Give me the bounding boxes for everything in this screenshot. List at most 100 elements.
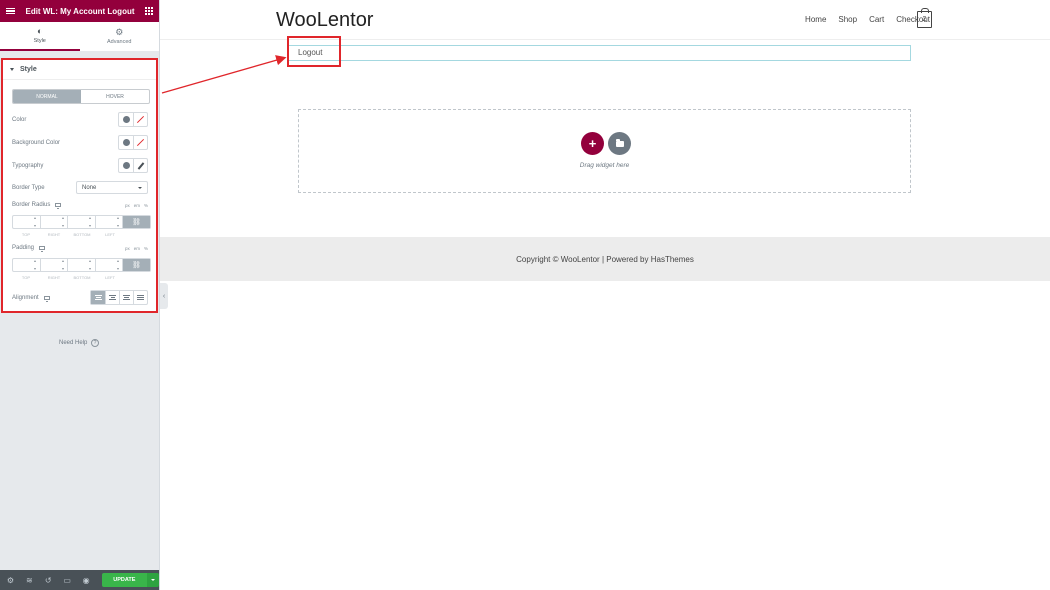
border-radius-header: Border Radius px em % [12, 202, 148, 209]
section-title: Style [20, 66, 37, 73]
chevron-down-icon [151, 579, 156, 581]
padding-right-input[interactable] [41, 259, 68, 271]
link-values-button[interactable]: ⛓ [123, 259, 150, 271]
settings-icon[interactable]: ⚙ [5, 576, 16, 585]
background-color-label: Background Color [12, 139, 61, 146]
border-radius-right-input[interactable] [41, 216, 68, 228]
background-color-picker-group [118, 135, 148, 150]
align-center-button[interactable] [105, 291, 119, 304]
pencil-icon [137, 161, 144, 170]
sidebar-header: Edit WL: My Account Logout [0, 0, 159, 22]
responsive-mode-icon[interactable]: ▭ [62, 576, 73, 585]
plus-icon: + [588, 136, 597, 151]
state-tab-hover[interactable]: HOVER [81, 90, 149, 103]
align-justify-button[interactable] [133, 291, 147, 304]
color-picker-group [118, 112, 148, 127]
globe-icon [122, 139, 130, 146]
unit-percent[interactable]: % [144, 203, 148, 208]
alignment-choices [90, 290, 148, 305]
unit-px[interactable]: px [125, 203, 130, 208]
update-options-button[interactable] [147, 573, 160, 587]
padding-dimension-labels: TOP RIGHT BOTTOM LEFT [12, 275, 124, 280]
widgets-grid-icon[interactable] [144, 7, 153, 15]
need-help-link[interactable]: Need Help ? [0, 339, 158, 347]
drag-widget-hint: Drag widget here [579, 162, 630, 169]
edit-typography-button[interactable] [133, 159, 147, 172]
tab-advanced[interactable]: ⚙ Advanced [80, 22, 160, 51]
panel-title: Edit WL: My Account Logout [25, 6, 135, 16]
nav-home[interactable]: Home [805, 15, 826, 24]
empty-section-drop-zone[interactable] [298, 109, 911, 193]
empty-color-icon [136, 138, 145, 147]
color-picker-button[interactable] [133, 113, 147, 126]
globe-icon [122, 116, 130, 123]
background-color-control: Background Color [12, 135, 148, 150]
editor-sidebar: Edit WL: My Account Logout ◐ Style ⚙ Adv… [0, 0, 160, 590]
desktop-icon[interactable] [43, 295, 50, 302]
site-title[interactable]: WooLentor [276, 9, 373, 32]
site-footer: Copyright © WooLentor | Powered by HasTh… [160, 237, 1050, 281]
global-fonts-button[interactable] [119, 159, 133, 172]
style-section-panel: Style NORMAL HOVER Color Background Colo… [1, 58, 158, 313]
preview-eye-icon[interactable]: ◉ [81, 576, 92, 585]
border-radius-bottom-input[interactable] [68, 216, 96, 228]
border-type-label: Border Type [12, 184, 45, 191]
menu-icon[interactable] [6, 7, 15, 15]
padding-inputs: ⛓ [12, 258, 151, 272]
padding-units: px em % [125, 246, 148, 251]
sidebar-footer: ⚙ ≋ ↺ ▭ ◉ UPDATE [0, 570, 160, 590]
unit-em[interactable]: em [134, 203, 140, 208]
dim-label-left: LEFT [105, 275, 115, 280]
align-left-button[interactable] [91, 291, 105, 304]
nav-cart[interactable]: Cart [869, 15, 884, 24]
link-values-button[interactable]: ⛓ [123, 216, 150, 228]
padding-top-input[interactable] [13, 259, 41, 271]
update-button[interactable]: UPDATE [101, 573, 148, 587]
bg-color-picker-button[interactable] [133, 136, 147, 149]
tab-advanced-label: Advanced [107, 39, 132, 45]
padding-left-input[interactable] [96, 259, 123, 271]
spinner-icon [60, 260, 65, 270]
spinner-icon [88, 260, 93, 270]
globe-icon [122, 162, 130, 169]
align-right-button[interactable] [119, 291, 133, 304]
cart-bag-icon[interactable]: 2 [917, 8, 932, 28]
history-icon[interactable]: ↺ [43, 576, 54, 585]
padding-bottom-input[interactable] [68, 259, 96, 271]
desktop-icon[interactable] [55, 203, 62, 209]
spinner-icon [115, 260, 120, 270]
empty-color-icon [136, 115, 145, 124]
unit-em[interactable]: em [134, 246, 140, 251]
spinner-icon [115, 217, 120, 227]
border-radius-top-input[interactable] [13, 216, 41, 228]
spinner-icon [33, 217, 38, 227]
border-radius-label: Border Radius [12, 202, 51, 208]
logout-widget[interactable] [288, 45, 911, 61]
spinner-icon [60, 217, 65, 227]
navigator-icon[interactable]: ≋ [24, 576, 35, 585]
collapse-panel-handle[interactable]: ‹ [160, 283, 168, 309]
add-section-button[interactable]: + [581, 132, 604, 155]
state-tab-normal[interactable]: NORMAL [13, 90, 81, 103]
border-type-value: None [82, 184, 97, 191]
folder-icon [615, 139, 624, 147]
dim-label-top: TOP [21, 232, 31, 237]
dim-label-right: RIGHT [47, 232, 61, 237]
style-section-toggle[interactable]: Style [3, 60, 156, 80]
nav-shop[interactable]: Shop [838, 15, 857, 24]
tab-style[interactable]: ◐ Style [0, 22, 80, 51]
global-colors-button[interactable] [119, 113, 133, 126]
unit-px[interactable]: px [125, 246, 130, 251]
border-radius-inputs: ⛓ [12, 215, 151, 229]
bg-global-colors-button[interactable] [119, 136, 133, 149]
border-radius-left-input[interactable] [96, 216, 123, 228]
unit-percent[interactable]: % [144, 246, 148, 251]
main-navigation: Home Shop Cart Checkout [805, 15, 930, 24]
template-library-button[interactable] [608, 132, 631, 155]
alignment-control: Alignment [12, 290, 148, 305]
border-type-select[interactable]: None [76, 181, 148, 194]
color-control: Color [12, 112, 148, 127]
dim-label-top: TOP [21, 275, 31, 280]
desktop-icon[interactable] [39, 246, 46, 252]
state-tabs: NORMAL HOVER [12, 89, 150, 104]
